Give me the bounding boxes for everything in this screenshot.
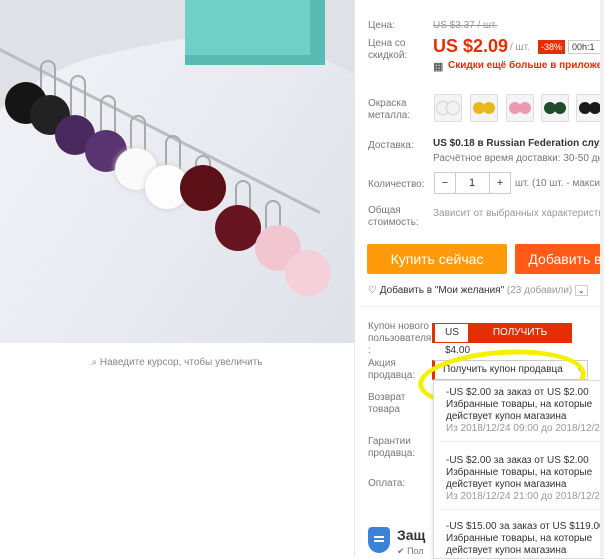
- gift-box: [185, 0, 325, 65]
- swatch-green[interactable]: [541, 94, 569, 122]
- add-to-cart-button[interactable]: Добавить в: [515, 244, 604, 274]
- wishlist-link[interactable]: ♡ Добавить в "Мои желания" (23 добавили)…: [368, 285, 588, 296]
- quantity-minus-button[interactable]: −: [434, 172, 456, 194]
- protection-title: Защ: [397, 527, 426, 543]
- price-unit: / шт.: [510, 42, 530, 53]
- quantity-note: шт. (10 шт. - макси: [515, 178, 600, 189]
- protection-subtitle: ✔ Пол: [397, 546, 424, 556]
- zoom-hint: ⌕ Наведите курсор, чтобы увеличить: [91, 357, 263, 368]
- shield-icon: [368, 527, 390, 553]
- quantity-label: Количество:: [368, 179, 425, 190]
- coupon-item[interactable]: -US $2.00 за заказ от US $2.00 Избранные…: [446, 455, 604, 503]
- search-icon: ⌕: [91, 357, 98, 368]
- discount-badge: -38%: [538, 40, 566, 54]
- scrollbar[interactable]: [600, 0, 604, 557]
- divider: [360, 306, 600, 307]
- delivery-cost[interactable]: US $0.18 в Russian Federation служб: [433, 138, 604, 149]
- sale-price: US $2.09: [433, 36, 509, 56]
- guarantee-label: Гарантии продавца:: [368, 436, 416, 459]
- total-value: Зависит от выбранных характеристи: [433, 208, 604, 219]
- price-label: Цена:: [368, 20, 395, 31]
- old-price: US $3.37 / шт.: [433, 20, 498, 31]
- coupon-item[interactable]: -US $2.00 за заказ от US $2.00 Избранные…: [446, 387, 604, 435]
- swatch-yellow[interactable]: [470, 94, 498, 122]
- get-coupon-button[interactable]: ПОЛУЧИТЬ: [468, 323, 572, 343]
- buy-now-button[interactable]: Купить сейчас: [367, 244, 507, 274]
- swatch-white[interactable]: [434, 94, 462, 122]
- payment-label: Оплата:: [368, 478, 406, 489]
- heart-icon: ♡: [368, 285, 377, 296]
- pompom: [285, 250, 331, 296]
- discount-price-label: Цена со скидкой:: [368, 38, 408, 61]
- app-promo-link[interactable]: Скидки ещё больше в приложени: [448, 60, 604, 71]
- total-label: Общая стоимость:: [368, 205, 419, 228]
- qr-icon[interactable]: ▦: [433, 60, 443, 73]
- divider: [354, 0, 355, 557]
- pompom: [180, 165, 226, 211]
- quantity-input[interactable]: 1: [455, 172, 489, 194]
- product-image[interactable]: [0, 0, 354, 343]
- earring-hook: [70, 75, 86, 117]
- swatch-pink[interactable]: [506, 94, 534, 122]
- pompom: [215, 205, 261, 251]
- check-icon: ✔: [397, 546, 405, 556]
- quantity-plus-button[interactable]: +: [489, 172, 511, 194]
- coupon-item[interactable]: -US $15.00 за заказ от US $119.00 Избран…: [446, 521, 604, 557]
- delivery-eta: Расчётное время доставки: 30-50 дн: [433, 153, 604, 164]
- chevron-down-icon[interactable]: ⌄: [575, 285, 588, 296]
- divider: [440, 441, 600, 442]
- delivery-label: Доставка:: [368, 140, 414, 151]
- returns-label: Возврат товара: [368, 392, 406, 415]
- new-user-coupon-label: Купон нового пользователя :: [368, 321, 432, 356]
- color-label: Окраска металла:: [368, 98, 411, 121]
- seller-coupon-list: -US $2.00 за заказ от US $2.00 Избранные…: [433, 380, 604, 559]
- countdown-timer: 00h:1: [568, 40, 602, 54]
- divider: [440, 509, 600, 510]
